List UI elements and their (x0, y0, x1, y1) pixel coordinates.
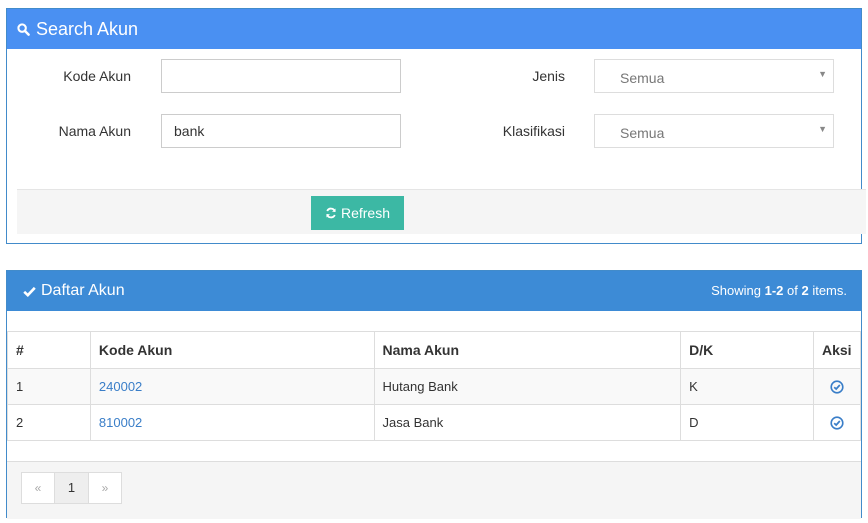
jenis-select[interactable]: Semua ▼ (594, 59, 834, 93)
jenis-label: Jenis (532, 68, 565, 84)
nama-akun-cell: Hutang Bank (373, 368, 682, 405)
search-panel: Search Akun Kode Akun Nama Akun Jenis Se… (6, 8, 866, 244)
column-header-no[interactable]: # (7, 331, 91, 369)
kode-akun-cell: 240002 (89, 368, 375, 405)
kode-akun-input[interactable] (161, 59, 401, 93)
table-row: 1 240002 Hutang Bank K (7, 368, 862, 405)
chevron-down-icon: ▼ (818, 69, 827, 79)
refresh-button-label: Refresh (340, 205, 391, 221)
pagination-bar: « 1 » (7, 461, 861, 519)
check-circle-icon[interactable] (830, 416, 844, 430)
kode-akun-link[interactable]: 240002 (99, 379, 142, 394)
column-header-kode-akun[interactable]: Kode Akun (89, 331, 375, 369)
search-icon (17, 22, 31, 36)
search-panel-title: Search Akun (36, 18, 139, 39)
refresh-button[interactable]: Refresh (311, 196, 404, 230)
kode-akun-label: Kode Akun (63, 68, 131, 84)
pagination: « 1 » (21, 472, 122, 504)
jenis-selected-value: Semua (620, 70, 665, 86)
pagination-page-1[interactable]: 1 (54, 472, 89, 504)
search-panel-heading: Search Akun (7, 9, 861, 49)
klasifikasi-select[interactable]: Semua ▼ (594, 114, 834, 148)
kode-akun-cell: 810002 (89, 404, 375, 441)
check-icon (23, 286, 36, 297)
pagination-summary: Showing 1-2 of 2 items. (711, 271, 847, 311)
kode-akun-link[interactable]: 810002 (99, 415, 142, 430)
chevron-down-icon: ▼ (818, 124, 827, 134)
row-number: 1 (7, 368, 91, 405)
summary-mid: of (783, 283, 802, 298)
nama-akun-label: Nama Akun (58, 123, 131, 139)
refresh-icon (326, 207, 336, 219)
summary-range: 1-2 (764, 283, 784, 298)
klasifikasi-selected-value: Semua (620, 125, 665, 141)
dk-cell: D (680, 404, 814, 441)
nama-akun-input[interactable] (161, 114, 401, 148)
pagination-next-button[interactable]: » (88, 472, 122, 504)
pagination-prev-button[interactable]: « (21, 472, 55, 504)
akun-table: # Kode Akun Nama Akun D/K Aksi 1 240002 … (7, 331, 862, 441)
column-header-aksi: Aksi (812, 331, 862, 369)
daftar-akun-title: Daftar Akun (41, 282, 125, 299)
aksi-cell (812, 404, 862, 441)
summary-suffix: items. (808, 283, 847, 298)
check-circle-icon[interactable] (830, 380, 844, 394)
daftar-akun-panel: Daftar Akun Showing 1-2 of 2 items. # Ko… (6, 270, 862, 519)
aksi-cell (812, 368, 862, 405)
table-header-row: # Kode Akun Nama Akun D/K Aksi (7, 331, 862, 369)
dk-cell: K (680, 368, 814, 405)
row-number: 2 (7, 404, 91, 441)
column-header-dk[interactable]: D/K (680, 331, 814, 369)
klasifikasi-label: Klasifikasi (502, 123, 565, 139)
daftar-akun-heading: Daftar Akun Showing 1-2 of 2 items. (7, 271, 861, 311)
nama-akun-cell: Jasa Bank (373, 404, 682, 441)
column-header-nama-akun[interactable]: Nama Akun (373, 331, 682, 369)
summary-total: 2 (801, 283, 809, 298)
table-row: 2 810002 Jasa Bank D (7, 404, 862, 441)
search-panel-footer: Refresh (17, 189, 866, 234)
summary-prefix: Showing (711, 283, 765, 298)
